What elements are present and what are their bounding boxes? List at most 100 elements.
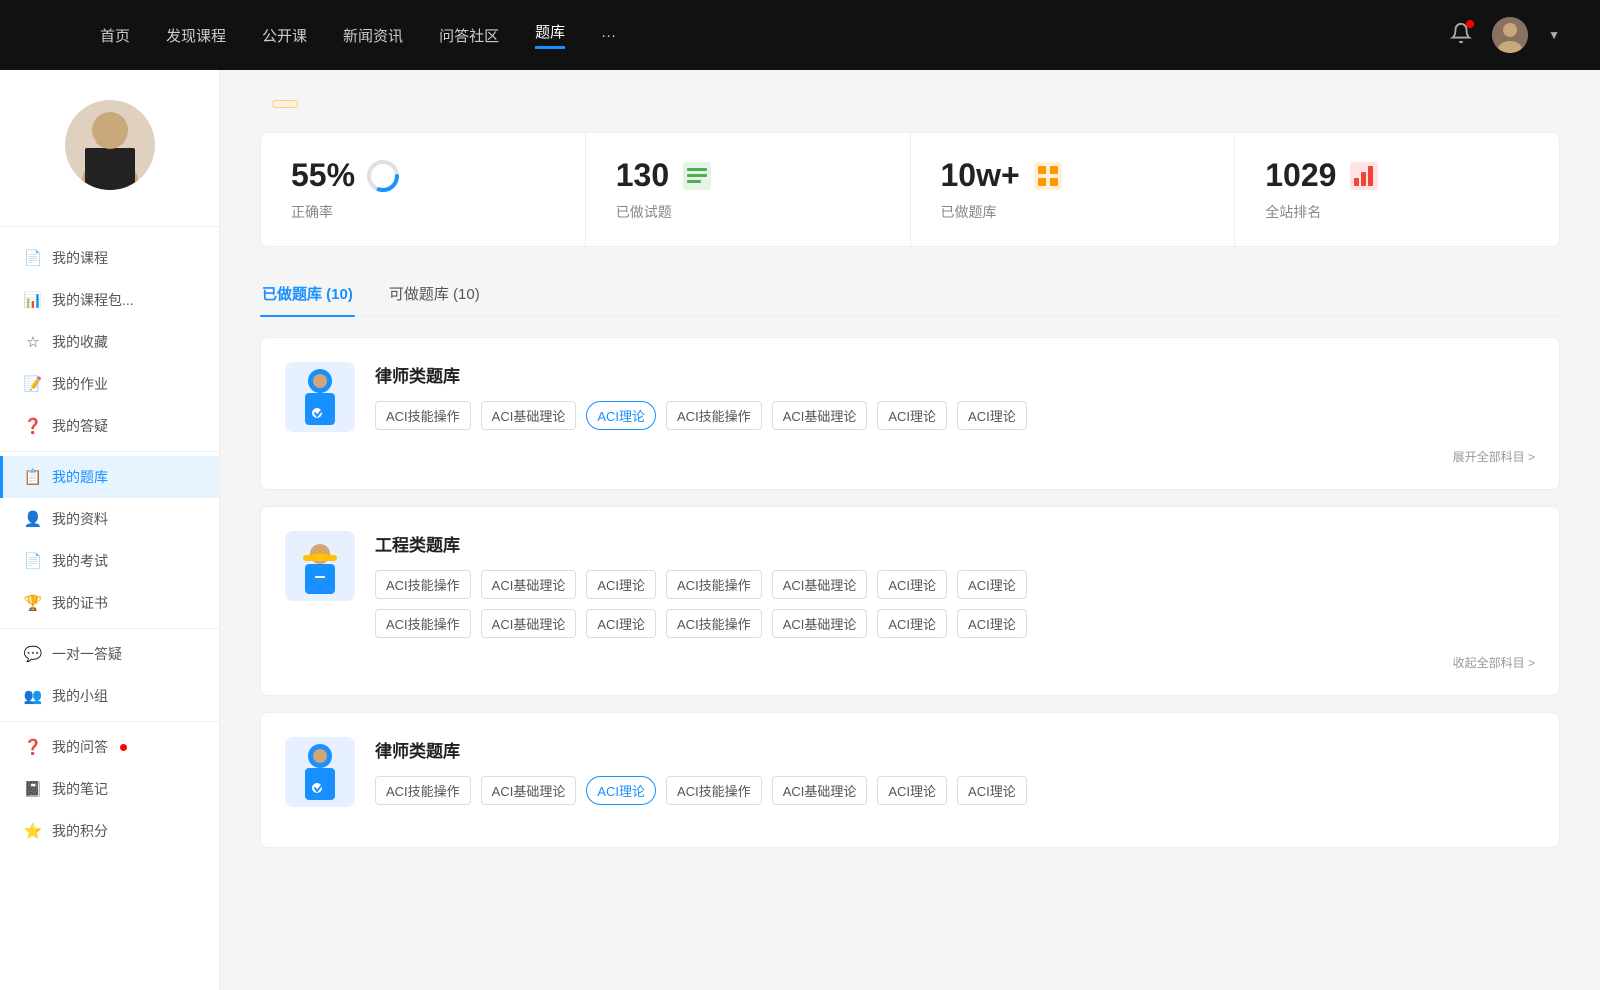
page-layout: 📄 我的课程 📊 我的课程包... ☆ 我的收藏 📝 我的作业 ❓ 我的答疑 📋…: [0, 70, 1600, 990]
subject-tag[interactable]: ACI理论: [877, 776, 947, 805]
stat-icon: [365, 158, 401, 194]
stat-value: 10w+: [941, 157, 1020, 194]
sidebar-icon: 👥: [24, 687, 42, 705]
subject-tag[interactable]: ACI技能操作: [666, 401, 762, 430]
user-dropdown-icon[interactable]: ▼: [1548, 28, 1560, 42]
subject-tag[interactable]: ACI基础理论: [481, 570, 577, 599]
sidebar-icon: 📄: [24, 249, 42, 267]
nav-item[interactable]: 题库: [535, 21, 565, 49]
qbank-card: 律师类题库 ACI技能操作ACI基础理论ACI理论ACI技能操作ACI基础理论A…: [260, 712, 1560, 848]
stat-card: 10w+ 已做题库: [911, 133, 1236, 246]
sidebar-item-我的课程包...[interactable]: 📊 我的课程包...: [0, 279, 219, 321]
qbank-card: 工程类题库 ACI技能操作ACI基础理论ACI理论ACI技能操作ACI基础理论A…: [260, 506, 1560, 696]
stat-label: 已做题库: [941, 202, 1205, 222]
subject-tag[interactable]: ACI理论: [586, 609, 656, 638]
qbank-avatar: [285, 531, 355, 601]
sidebar-item-我的积分[interactable]: ⭐ 我的积分: [0, 810, 219, 852]
sidebar-item-我的考试[interactable]: 📄 我的考试: [0, 540, 219, 582]
subject-tag[interactable]: ACI理论: [957, 570, 1027, 599]
tab-item[interactable]: 可做题库 (10): [387, 275, 482, 316]
subject-tag[interactable]: ACI基础理论: [481, 609, 577, 638]
nav-menu: 首页 发现课程 公开课 新闻资讯 问答社区 题库 ···: [100, 21, 1430, 49]
sidebar-profile: [0, 100, 219, 227]
subject-tag[interactable]: ACI基础理论: [481, 776, 577, 805]
tab-item[interactable]: 已做题库 (10): [260, 275, 355, 316]
subject-tag[interactable]: ACI基础理论: [772, 776, 868, 805]
user-avatar[interactable]: [1492, 17, 1528, 53]
nav-item[interactable]: 新闻资讯: [343, 25, 403, 46]
expand-button[interactable]: 展开全部科目 >: [1453, 448, 1535, 465]
sidebar-divider: [0, 451, 219, 452]
tags-row2: ACI技能操作 ACI基础理论 ACI理论 ACI技能操作 ACI基础理论 ACI理论 AC…: [375, 609, 1535, 638]
sidebar-item-我的答疑[interactable]: ❓ 我的答疑: [0, 405, 219, 447]
subject-tag[interactable]: ACI理论: [586, 401, 656, 430]
sidebar-item-我的问答[interactable]: ❓ 我的问答: [0, 726, 219, 768]
sidebar-label: 我的资料: [52, 509, 108, 529]
stat-top: 1029: [1265, 157, 1529, 194]
subject-tag[interactable]: ACI技能操作: [666, 570, 762, 599]
sidebar-label: 我的收藏: [52, 332, 108, 352]
subject-tag[interactable]: ACI技能操作: [375, 609, 471, 638]
sidebar-item-我的作业[interactable]: 📝 我的作业: [0, 363, 219, 405]
subject-tag[interactable]: ACI技能操作: [375, 401, 471, 430]
stat-icon: [1346, 158, 1382, 194]
qbank-header: 工程类题库 ACI技能操作ACI基础理论ACI理论ACI技能操作ACI基础理论A…: [285, 531, 1535, 638]
subject-tag[interactable]: ACI理论: [957, 401, 1027, 430]
subject-tag[interactable]: ACI技能操作: [666, 609, 762, 638]
tags-row: ACI技能操作 ACI基础理论 ACI理论 ACI技能操作 ACI基础理论 ACI理论 AC…: [375, 776, 1535, 805]
subject-tag[interactable]: ACI理论: [586, 570, 656, 599]
qbank-body: 律师类题库 ACI技能操作ACI基础理论ACI理论ACI技能操作ACI基础理论A…: [375, 362, 1535, 430]
subject-tag[interactable]: ACI理论: [957, 776, 1027, 805]
trial-badge: [272, 100, 298, 108]
subject-tag[interactable]: ACI理论: [586, 776, 656, 805]
page-header: [260, 100, 1560, 108]
stat-top: 10w+: [941, 157, 1205, 194]
sidebar-item-我的题库[interactable]: 📋 我的题库: [0, 456, 219, 498]
sidebar-label: 我的答疑: [52, 416, 108, 436]
sidebar: 📄 我的课程 📊 我的课程包... ☆ 我的收藏 📝 我的作业 ❓ 我的答疑 📋…: [0, 70, 220, 990]
nav-item[interactable]: 问答社区: [439, 25, 499, 46]
nav-item[interactable]: 首页: [100, 25, 130, 46]
sidebar-item-一对一答疑[interactable]: 💬 一对一答疑: [0, 633, 219, 675]
nav-item[interactable]: 发现课程: [166, 25, 226, 46]
stat-value: 55%: [291, 157, 355, 194]
subject-tag[interactable]: ACI技能操作: [666, 776, 762, 805]
qbank-header: 律师类题库 ACI技能操作ACI基础理论ACI理论ACI技能操作ACI基础理论A…: [285, 737, 1535, 807]
stat-label: 全站排名: [1265, 202, 1529, 222]
subject-tag[interactable]: ACI理论: [877, 401, 947, 430]
sidebar-label: 我的小组: [52, 686, 108, 706]
subject-tag[interactable]: ACI技能操作: [375, 776, 471, 805]
profile-avatar: [65, 100, 155, 190]
stats-row: 55% 正确率 130 已做试题 10w+ 已做题库: [260, 132, 1560, 247]
sidebar-item-我的证书[interactable]: 🏆 我的证书: [0, 582, 219, 624]
tabs: 已做题库 (10) 可做题库 (10): [260, 275, 1560, 317]
stat-icon: [1030, 158, 1066, 194]
subject-tag[interactable]: ACI基础理论: [772, 609, 868, 638]
subject-tag[interactable]: ACI理论: [877, 609, 947, 638]
subject-tag[interactable]: ACI理论: [957, 609, 1027, 638]
nav-item[interactable]: ···: [601, 27, 616, 44]
stat-label: 已做试题: [616, 202, 880, 222]
sidebar-icon: 📋: [24, 468, 42, 486]
subject-tag[interactable]: ACI技能操作: [375, 570, 471, 599]
qbank-avatar: [285, 737, 355, 807]
sidebar-label: 我的题库: [52, 467, 108, 487]
sidebar-item-我的笔记[interactable]: 📓 我的笔记: [0, 768, 219, 810]
qbank-body: 律师类题库 ACI技能操作ACI基础理论ACI理论ACI技能操作ACI基础理论A…: [375, 737, 1535, 805]
qbank-title: 律师类题库: [375, 737, 1535, 762]
sidebar-label: 我的作业: [52, 374, 108, 394]
subject-tag[interactable]: ACI基础理论: [772, 401, 868, 430]
sidebar-item-我的课程[interactable]: 📄 我的课程: [0, 237, 219, 279]
subject-tag[interactable]: ACI基础理论: [772, 570, 868, 599]
sidebar-item-我的小组[interactable]: 👥 我的小组: [0, 675, 219, 717]
sidebar-item-我的收藏[interactable]: ☆ 我的收藏: [0, 321, 219, 363]
sidebar-item-我的资料[interactable]: 👤 我的资料: [0, 498, 219, 540]
qbank-card: 律师类题库 ACI技能操作ACI基础理论ACI理论ACI技能操作ACI基础理论A…: [260, 337, 1560, 490]
nav-item[interactable]: 公开课: [262, 25, 307, 46]
sidebar-label: 我的问答: [52, 737, 108, 757]
subject-tag[interactable]: ACI基础理论: [481, 401, 577, 430]
subject-tag[interactable]: ACI理论: [877, 570, 947, 599]
notification-bell-icon[interactable]: [1450, 22, 1472, 49]
tags-row: ACI技能操作 ACI基础理论 ACI理论 ACI技能操作 ACI基础理论 ACI理论 AC…: [375, 570, 1535, 599]
expand-button[interactable]: 收起全部科目 >: [1453, 654, 1535, 671]
